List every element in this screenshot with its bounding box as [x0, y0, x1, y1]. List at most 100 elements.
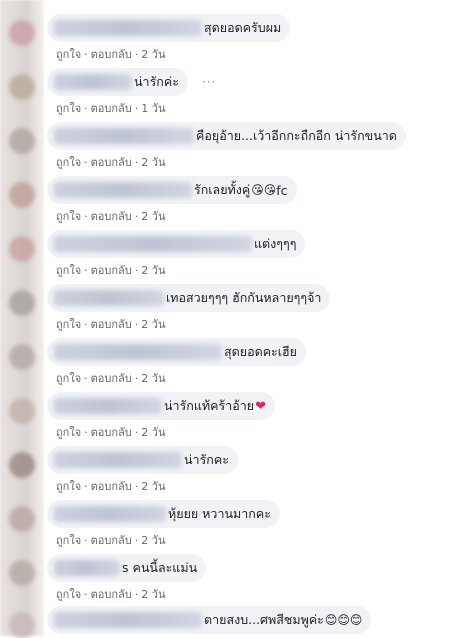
avatar[interactable] [9, 290, 35, 316]
reply-link[interactable]: ตอบกลับ [91, 426, 132, 439]
comment-bubble: s คนนี้ละแม่น [47, 554, 207, 582]
comment-text: น่ารักคะ [184, 452, 229, 467]
separator-dot: · [84, 480, 88, 493]
reply-link[interactable]: ตอบกลับ [91, 156, 132, 169]
commenter-name-blurred[interactable] [54, 128, 194, 144]
comment-bubble: น่ารักแท้คร้าอ้าย ❤ [47, 392, 275, 420]
comment-timestamp[interactable]: 2 วัน [141, 588, 165, 601]
comment-timestamp[interactable]: 2 วัน [141, 426, 165, 439]
comment-text: คือยุอ้าย...เว้าอีกกะถืกอีก น่ารักขนาด [196, 128, 397, 143]
comment-bubble: สุดยอดครับผม [47, 14, 291, 42]
separator-dot: · [134, 372, 139, 385]
heart-icon: ❤ [255, 398, 266, 414]
commenter-name-blurred[interactable] [54, 236, 252, 252]
commenter-name-blurred[interactable] [54, 452, 182, 468]
separator-dot: · [84, 210, 88, 223]
comment-actions: ถูกใจ · ตอบกลับ · 1 วัน [56, 99, 216, 117]
commenter-name-blurred[interactable] [54, 612, 202, 628]
like-link[interactable]: ถูกใจ [56, 426, 81, 439]
avatar[interactable] [9, 20, 35, 46]
comment-bubble: เทอสวยๆๆๆ ฮักกันหลายๆๆจ้า [47, 284, 331, 312]
comment: s คนนี้ละแม่น ถูกใจ · ตอบกลับ · 2 วัน [47, 554, 207, 603]
like-link[interactable]: ถูกใจ [56, 102, 81, 115]
reply-link[interactable]: ตอบกลับ [91, 210, 132, 223]
comment-timestamp[interactable]: 2 วัน [141, 372, 165, 385]
comment-timestamp[interactable]: 2 วัน [141, 48, 165, 61]
like-link[interactable]: ถูกใจ [56, 156, 81, 169]
comment: หุ้ยยย หวานมากคะ ถูกใจ · ตอบกลับ · 2 วัน [47, 500, 280, 549]
comment-timestamp[interactable]: 2 วัน [141, 264, 165, 277]
avatar[interactable] [9, 128, 35, 154]
avatar[interactable] [9, 398, 35, 424]
separator-dot: · [134, 48, 139, 61]
like-link[interactable]: ถูกใจ [56, 264, 81, 277]
comment-text: s คนนี้ละแม่น [122, 560, 198, 575]
comment-bubble: น่ารักค่ะ [47, 68, 188, 96]
commenter-name-blurred[interactable] [54, 74, 132, 90]
comment: สุดยอดคะเฮีย ถูกใจ · ตอบกลับ · 2 วัน [47, 338, 306, 387]
avatar[interactable] [9, 506, 35, 532]
more-options-icon[interactable]: ··· [202, 75, 216, 89]
comment-timestamp[interactable]: 2 วัน [141, 156, 165, 169]
separator-dot: · [134, 102, 139, 115]
emoji-icons: 😊😊😊 [324, 613, 363, 627]
comment-bubble: สุดยอดคะเฮีย [47, 338, 306, 366]
like-link[interactable]: ถูกใจ [56, 480, 81, 493]
commenter-name-blurred[interactable] [54, 398, 162, 414]
reply-link[interactable]: ตอบกลับ [91, 264, 132, 277]
avatar[interactable] [9, 236, 35, 262]
avatar[interactable] [9, 612, 35, 638]
comment-text: ตายสงบ...ศพสีชมพูค่ะ [204, 612, 324, 627]
comment-text: เทอสวยๆๆๆ ฮักกันหลายๆๆจ้า [166, 290, 322, 305]
comment-timestamp[interactable]: 2 วัน [141, 480, 165, 493]
reply-link[interactable]: ตอบกลับ [91, 588, 132, 601]
separator-dot: · [84, 426, 88, 439]
comment: สุดยอดครับผม ถูกใจ · ตอบกลับ · 2 วัน [47, 14, 291, 63]
avatar[interactable] [9, 344, 35, 370]
reply-link[interactable]: ตอบกลับ [91, 102, 132, 115]
comment-timestamp[interactable]: 1 วัน [141, 102, 165, 115]
separator-dot: · [84, 156, 88, 169]
comment-actions: ถูกใจ · ตอบกลับ · 2 วัน [56, 585, 206, 603]
like-link[interactable]: ถูกใจ [56, 210, 81, 223]
separator-dot: · [84, 264, 88, 277]
commenter-name-blurred[interactable] [54, 560, 120, 576]
comment-text: สุดยอดครับผม [204, 20, 282, 35]
like-link[interactable]: ถูกใจ [56, 588, 81, 601]
comment-actions: ถูกใจ · ตอบกลับ · 2 วัน [56, 45, 290, 63]
comment-text: สุดยอดคะเฮีย [224, 344, 297, 359]
comment: น่ารักแท้คร้าอ้าย ❤ ถูกใจ · ตอบกลับ · 2 วัน [47, 392, 275, 441]
avatar[interactable] [9, 182, 35, 208]
separator-dot: · [84, 588, 88, 601]
separator-dot: · [134, 588, 139, 601]
comment-timestamp[interactable]: 2 วัน [141, 534, 165, 547]
comment-bubble: รักเลยทั้งคู่ 😘😘 fc [47, 176, 297, 204]
comment-text: แต่งๆๆๆ [254, 236, 297, 251]
comment-text: รักเลยทั้งคู่ [194, 182, 251, 197]
separator-dot: · [84, 534, 88, 547]
reply-link[interactable]: ตอบกลับ [91, 480, 132, 493]
like-link[interactable]: ถูกใจ [56, 318, 81, 331]
avatar[interactable] [9, 452, 35, 478]
commenter-name-blurred[interactable] [54, 344, 222, 360]
comment-actions: ถูกใจ · ตอบกลับ · 2 วัน [56, 207, 297, 225]
commenter-name-blurred[interactable] [54, 20, 202, 36]
reply-link[interactable]: ตอบกลับ [91, 48, 132, 61]
avatar[interactable] [9, 74, 35, 100]
like-link[interactable]: ถูกใจ [56, 48, 81, 61]
commenter-name-blurred[interactable] [54, 290, 164, 306]
commenter-name-blurred[interactable] [54, 506, 166, 522]
commenter-name-blurred[interactable] [54, 182, 192, 198]
comment: คือยุอ้าย...เว้าอีกกะถืกอีก น่ารักขนาด ถ… [47, 122, 406, 171]
like-link[interactable]: ถูกใจ [56, 372, 81, 385]
like-link[interactable]: ถูกใจ [56, 534, 81, 547]
separator-dot: · [134, 480, 139, 493]
reply-link[interactable]: ตอบกลับ [91, 318, 132, 331]
separator-dot: · [84, 318, 88, 331]
avatar[interactable] [9, 560, 35, 586]
comment-actions: ถูกใจ · ตอบกลับ · 2 วัน [56, 423, 275, 441]
reply-link[interactable]: ตอบกลับ [91, 372, 132, 385]
comment-timestamp[interactable]: 2 วัน [141, 318, 165, 331]
reply-link[interactable]: ตอบกลับ [91, 534, 132, 547]
comment-timestamp[interactable]: 2 วัน [141, 210, 165, 223]
